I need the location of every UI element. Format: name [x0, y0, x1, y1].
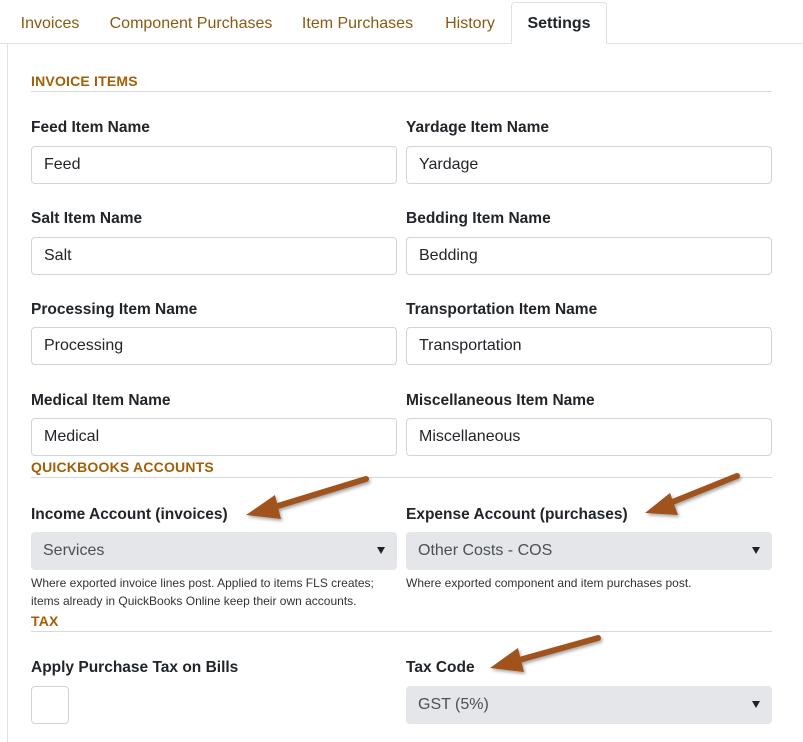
arrow-icon	[246, 476, 369, 519]
annotation-arrows	[246, 473, 740, 672]
arrow-icon	[490, 635, 601, 672]
arrow-icon	[645, 473, 740, 515]
